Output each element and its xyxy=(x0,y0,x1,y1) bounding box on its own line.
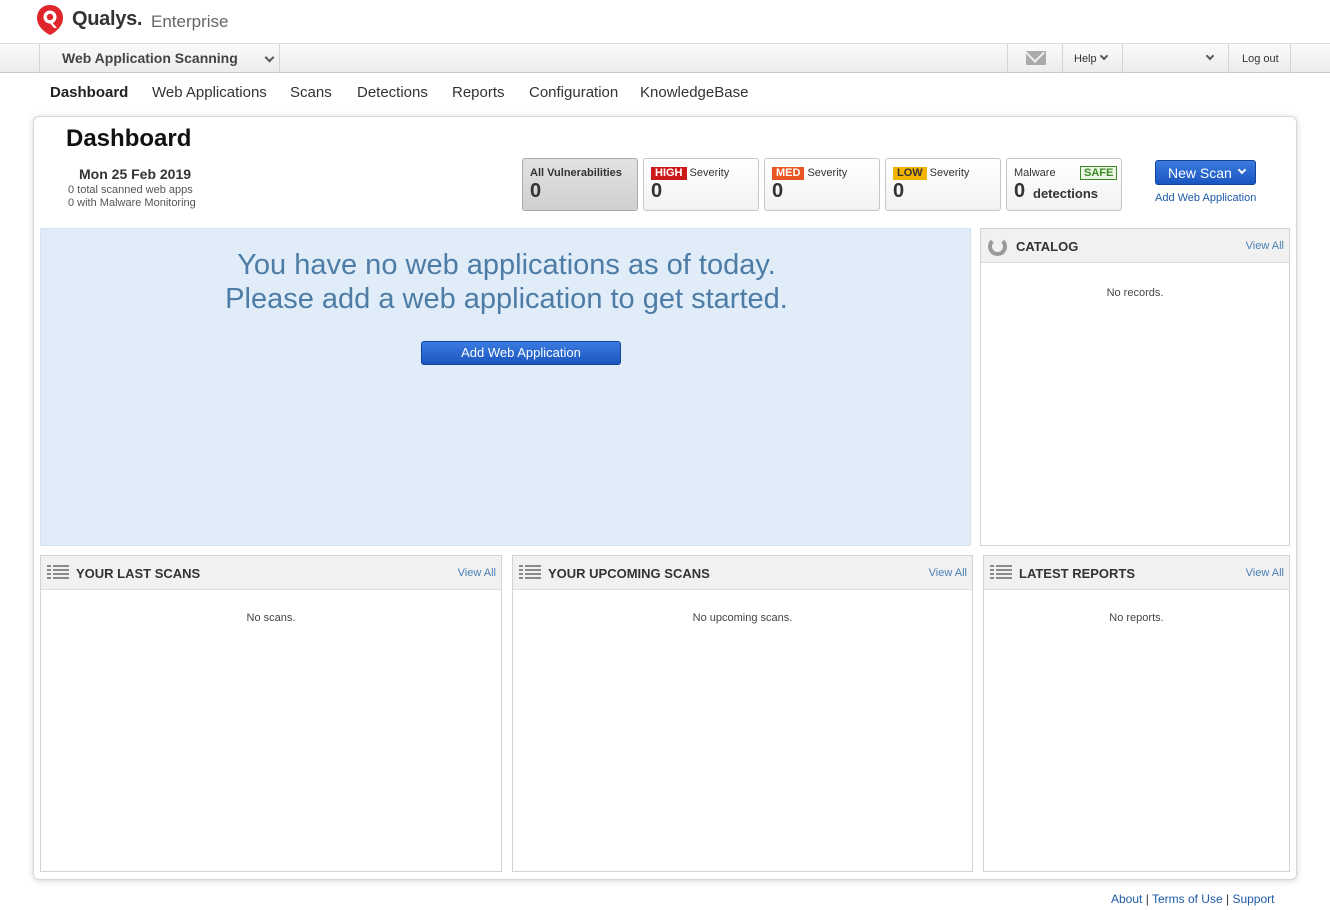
latest-reports-view-all-link[interactable]: View All xyxy=(1246,567,1284,579)
brand-name: Qualys. xyxy=(72,8,143,30)
add-web-application-link[interactable]: Add Web Application xyxy=(1155,192,1256,204)
user-menu[interactable] xyxy=(1123,44,1229,73)
med-severity-label: Severity xyxy=(807,167,848,179)
module-bar: Web Application Scanning Help Log out xyxy=(0,43,1330,73)
list-icon xyxy=(519,565,541,580)
support-link[interactable]: Support xyxy=(1232,892,1274,906)
low-badge: LOW xyxy=(893,167,927,180)
dashboard-card: Dashboard Mon 25 Feb 2019 0 total scanne… xyxy=(33,116,1297,880)
chevron-down-icon xyxy=(264,52,275,63)
malware-monitoring-count: 0 with Malware Monitoring xyxy=(68,197,196,209)
empty-state-line-2: Please add a web application to get star… xyxy=(225,283,788,315)
catalog-widget: CATALOG View All No records. xyxy=(980,228,1290,546)
latest-reports-header: LATEST REPORTS View All xyxy=(984,556,1289,590)
qualys-logo-icon xyxy=(37,5,63,35)
latest-reports-widget: LATEST REPORTS View All No reports. xyxy=(983,555,1290,872)
mail-icon xyxy=(1026,51,1046,65)
brand-bar: Qualys. Enterprise xyxy=(0,0,1330,43)
med-badge: MED xyxy=(772,167,805,180)
detections-label: detections xyxy=(1033,186,1099,201)
all-vulnerabilities-count: 0 xyxy=(530,180,542,202)
logout-label: Log out xyxy=(1242,53,1279,65)
upcoming-scans-header: YOUR UPCOMING SCANS View All xyxy=(513,556,972,590)
med-severity-count: 0 xyxy=(772,180,784,202)
catalog-title: CATALOG xyxy=(1016,239,1079,254)
low-severity-label: Severity xyxy=(929,167,970,179)
upcoming-scans-title: YOUR UPCOMING SCANS xyxy=(548,566,710,581)
latest-reports-empty-message: No reports. xyxy=(1109,612,1164,624)
nav-web-applications[interactable]: Web Applications xyxy=(152,84,267,101)
malware-filter[interactable]: Malware SAFE 0 detections xyxy=(1006,158,1122,211)
module-label: Web Application Scanning xyxy=(62,50,238,66)
high-badge: HIGH xyxy=(651,167,687,180)
nav-scans[interactable]: Scans xyxy=(290,84,332,101)
help-label: Help xyxy=(1074,53,1097,65)
last-scans-header: YOUR LAST SCANS View All xyxy=(41,556,501,590)
high-severity-count: 0 xyxy=(651,180,663,202)
last-scans-title: YOUR LAST SCANS xyxy=(76,566,201,581)
list-icon xyxy=(990,565,1012,580)
add-web-application-button[interactable]: Add Web Application xyxy=(421,341,621,365)
empty-state-panel: You have no web applications as of today… xyxy=(40,228,971,546)
last-scans-empty-message: No scans. xyxy=(246,612,296,624)
low-severity-count: 0 xyxy=(893,180,905,202)
chevron-down-icon xyxy=(1237,165,1247,175)
med-severity-title: MED Severity xyxy=(772,167,847,180)
about-link[interactable]: About xyxy=(1111,892,1142,906)
nav-dashboard[interactable]: Dashboard xyxy=(50,84,128,101)
footer-separator: | xyxy=(1225,892,1230,906)
med-severity-filter[interactable]: MED Severity 0 xyxy=(764,158,880,211)
footer-separator: | xyxy=(1145,892,1149,906)
low-severity-filter[interactable]: LOW Severity 0 xyxy=(885,158,1001,211)
malware-count: 0 xyxy=(1014,180,1026,202)
module-selector[interactable]: Web Application Scanning xyxy=(39,44,280,73)
scanned-apps-count: 0 total scanned web apps xyxy=(68,184,193,196)
upcoming-scans-widget: YOUR UPCOMING SCANS View All No upcoming… xyxy=(512,555,973,872)
high-severity-filter[interactable]: HIGH Severity 0 xyxy=(643,158,759,211)
logout-button[interactable]: Log out xyxy=(1229,44,1291,73)
nav-detections[interactable]: Detections xyxy=(357,84,428,101)
empty-state-line-1: You have no web applications as of today… xyxy=(237,249,776,281)
catalog-icon xyxy=(988,237,1007,256)
low-severity-title: LOW Severity xyxy=(893,167,969,180)
last-scans-widget: YOUR LAST SCANS View All No scans. xyxy=(40,555,502,872)
safe-badge: SAFE xyxy=(1080,166,1118,180)
new-scan-button[interactable]: New Scan xyxy=(1155,160,1256,185)
malware-label: Malware xyxy=(1014,167,1056,179)
page-title: Dashboard xyxy=(66,125,192,152)
catalog-empty-message: No records. xyxy=(1106,287,1164,299)
high-severity-label: Severity xyxy=(689,167,730,179)
nav-reports[interactable]: Reports xyxy=(452,84,505,101)
new-scan-label: New Scan xyxy=(1168,165,1232,181)
high-severity-title: HIGH Severity xyxy=(651,167,729,180)
brand-edition: Enterprise xyxy=(151,12,229,31)
latest-reports-title: LATEST REPORTS xyxy=(1019,566,1136,581)
nav-knowledgebase[interactable]: KnowledgeBase xyxy=(640,84,748,101)
catalog-view-all-link[interactable]: View All xyxy=(1246,240,1284,252)
footer: About | Terms of Use | Support xyxy=(1111,892,1274,906)
all-vulnerabilities-filter[interactable]: All Vulnerabilities 0 xyxy=(522,158,638,211)
all-vulnerabilities-label: All Vulnerabilities xyxy=(530,167,622,179)
chevron-down-icon xyxy=(1099,51,1109,61)
current-date: Mon 25 Feb 2019 xyxy=(79,166,192,182)
messages-button[interactable] xyxy=(1007,44,1063,73)
upcoming-scans-empty-message: No upcoming scans. xyxy=(692,612,793,624)
list-icon xyxy=(47,565,69,580)
last-scans-view-all-link[interactable]: View All xyxy=(458,567,496,579)
catalog-header: CATALOG View All xyxy=(981,229,1289,263)
chevron-down-icon xyxy=(1205,51,1215,61)
upcoming-scans-view-all-link[interactable]: View All xyxy=(929,567,967,579)
terms-link[interactable]: Terms of Use xyxy=(1152,892,1223,906)
help-menu[interactable]: Help xyxy=(1063,44,1123,73)
nav-configuration[interactable]: Configuration xyxy=(529,84,618,101)
